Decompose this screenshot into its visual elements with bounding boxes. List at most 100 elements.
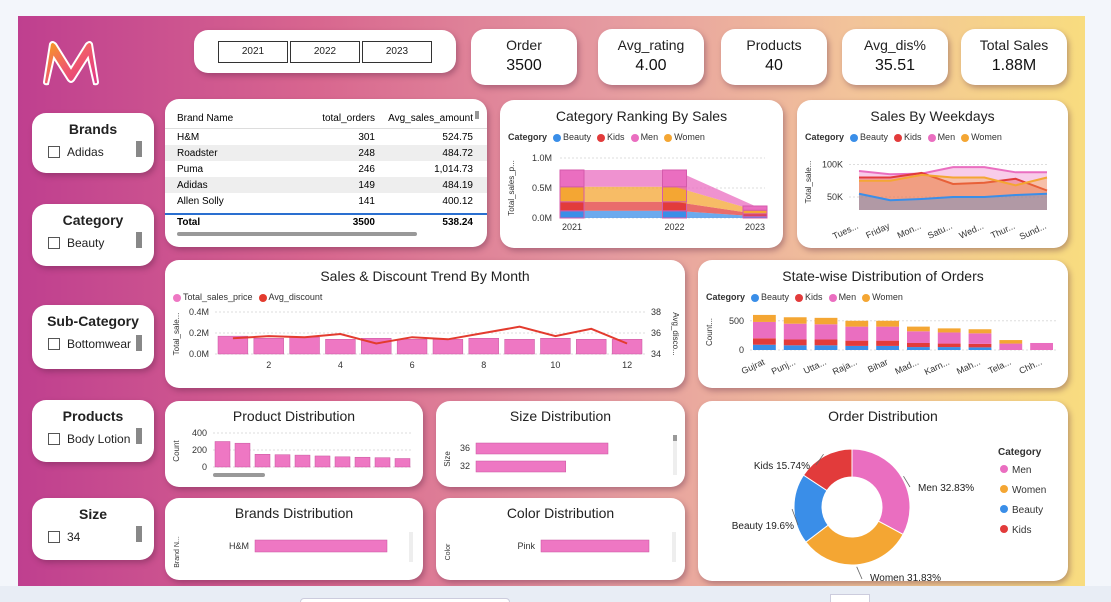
legend-item: Beauty [1012, 505, 1043, 516]
y-axis-label: Total_sales_p... [507, 160, 516, 216]
slicer-products: Products Body Lotion [32, 400, 154, 462]
slicer-title: Sub-Category [47, 313, 139, 329]
year-button-2023[interactable]: 2023 [362, 40, 432, 63]
legend-item-women[interactable]: Women [862, 292, 903, 302]
x-tick-label: 2021 [562, 222, 582, 232]
bar-segment [662, 201, 687, 212]
page-tab[interactable] [300, 598, 510, 602]
table-row[interactable]: Puma 246 1,014.73 [165, 161, 487, 177]
chart-legend: Category Beauty Kids Men Women [805, 132, 1068, 142]
scrollbar[interactable] [136, 141, 142, 157]
x-tick-label: 6 [410, 360, 415, 370]
bar [253, 338, 284, 355]
bar-segment [814, 324, 838, 340]
checkbox[interactable] [48, 433, 60, 445]
slicer-option-label: Adidas [67, 145, 104, 159]
year-button-2021[interactable]: 2021 [218, 40, 288, 63]
kpi-label: Order [506, 37, 542, 53]
bar [217, 335, 249, 355]
checkbox[interactable] [48, 146, 60, 158]
table-body: H&M 301 524.75 Roadster 248 484.72 Puma 246 1,… [165, 129, 487, 209]
table-row[interactable]: Allen Solly 141 400.12 [165, 193, 487, 209]
scrollbar[interactable] [136, 526, 142, 542]
legend-item-kids[interactable]: Kids [894, 132, 922, 142]
kpi-card-avg-discount: Avg_dis% 35.51 [842, 29, 948, 85]
monthly-trend-card: Sales & Discount Trend By Month Total_sa… [165, 260, 685, 388]
legend-item-men[interactable]: Men [927, 132, 955, 142]
checkbox[interactable] [48, 237, 60, 249]
x-tick-label: Wed... [958, 221, 986, 241]
y-axis-label: Size [443, 451, 452, 467]
column-header[interactable]: Brand Name [177, 113, 307, 124]
bar-segment [876, 345, 899, 350]
y-tick-label: 1.0M [532, 153, 552, 163]
scrollbar[interactable] [136, 232, 142, 248]
vertical-scrollbar[interactable] [475, 111, 479, 119]
bar-segment [662, 210, 687, 219]
order-distribution-chart: Men 32.83% Women 31.83% Beauty 19.6% Kids 1… [732, 447, 1047, 581]
legend-marker [1000, 525, 1008, 533]
y-right-tick-label: 38 [651, 307, 661, 317]
horizontal-scrollbar[interactable] [177, 232, 417, 236]
bar-segment [968, 347, 992, 350]
legend-item-discount[interactable]: Avg_discount [258, 292, 322, 302]
scrollbar[interactable] [136, 335, 142, 351]
y-axis-label: Total_sale... [804, 161, 813, 204]
x-tick-label: Tela... [987, 357, 1013, 376]
kpi-card-avg-rating: Avg_rating 4.00 [598, 29, 704, 85]
slicer-option-label: Beauty [67, 236, 105, 250]
zoom-control[interactable] [830, 594, 870, 602]
chart-title: Category Ranking By Sales [555, 108, 728, 124]
legend-item-women[interactable]: Women [961, 132, 1002, 142]
column-header[interactable]: Avg_sales_amount [375, 113, 473, 124]
legend-item-kids[interactable]: Kids [597, 132, 625, 142]
checkbox[interactable] [48, 338, 60, 350]
bar [468, 338, 499, 355]
bar-segment [999, 343, 1023, 350]
size-distribution-chart: Size 36 32 [443, 435, 677, 475]
bar-segment [999, 340, 1023, 344]
bar-segment [845, 345, 869, 350]
legend-item-beauty[interactable]: Beauty [553, 132, 591, 142]
bar-segment [814, 345, 838, 350]
x-tick-label: 8 [481, 360, 486, 370]
weekdays-card: Sales By Weekdays Category Beauty Kids M… [797, 100, 1068, 248]
weekdays-chart: 100K50KTotal_sale...Tues... Friday Mon... S… [804, 160, 1048, 242]
y-tick-label: 200 [192, 445, 207, 455]
bar-segment [753, 344, 776, 350]
table-row[interactable]: Roadster 248 484.72 [165, 145, 487, 161]
kpi-card-order: Order 3500 [471, 29, 577, 85]
bar [540, 539, 650, 553]
bar-segment [968, 343, 992, 348]
legend-item-women[interactable]: Women [664, 132, 705, 142]
column-header[interactable]: total_orders [307, 113, 375, 124]
table-row[interactable]: Adidas 149 484.19 [165, 177, 487, 193]
bar-segment [783, 317, 807, 324]
bar-segment [559, 201, 585, 212]
y-left-axis-label: Total_sale... [172, 313, 181, 356]
year-button-2022[interactable]: 2022 [290, 40, 360, 63]
x-tick-label: 12 [622, 360, 632, 370]
scrollbar[interactable] [136, 428, 142, 444]
legend-item-beauty[interactable]: Beauty [751, 292, 789, 302]
x-tick-label: Thur... [989, 221, 1016, 241]
dashboard-canvas: 2021 2022 2023 Order 3500 Avg_rating 4.0… [18, 16, 1085, 586]
x-tick-label: Utta... [802, 357, 828, 376]
legend-item-kids[interactable]: Kids [795, 292, 823, 302]
table-row[interactable]: H&M 301 524.75 [165, 129, 487, 145]
bar [325, 339, 356, 355]
legend-item-sales[interactable]: Total_sales_price [173, 292, 253, 302]
chart-title: Order Distribution [828, 408, 938, 424]
bar [274, 454, 291, 468]
bar [432, 339, 464, 355]
bar [214, 441, 231, 468]
size-distribution-card: Size Distribution Size 36 32 [436, 401, 685, 487]
legend-item-men[interactable]: Men [828, 292, 856, 302]
bar [394, 458, 411, 468]
cell: 1,014.73 [434, 163, 473, 175]
legend-item-beauty[interactable]: Beauty [850, 132, 888, 142]
bar-segment [814, 339, 838, 346]
legend-item-men[interactable]: Men [630, 132, 658, 142]
checkbox[interactable] [48, 531, 60, 543]
bar-segment [753, 314, 776, 322]
